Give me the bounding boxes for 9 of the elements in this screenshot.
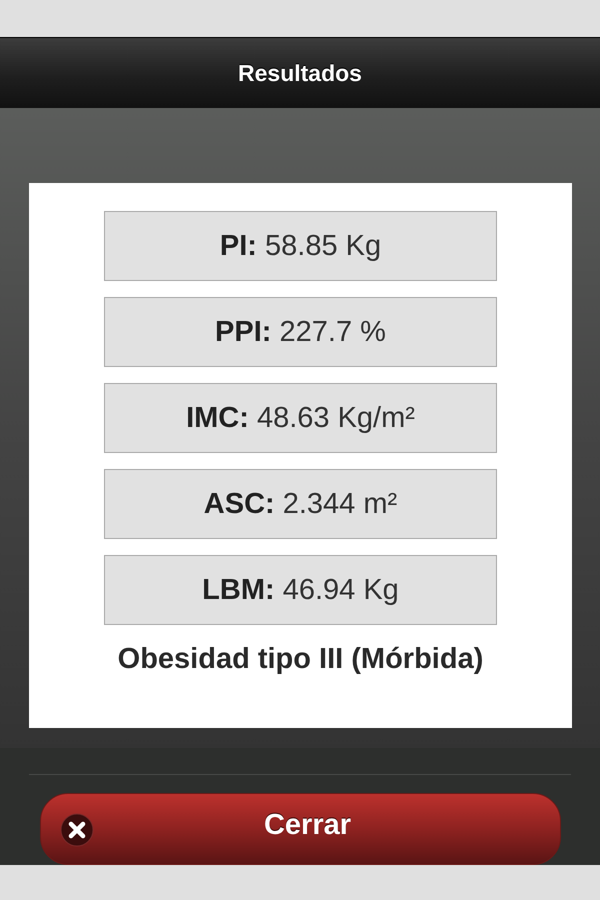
result-row: IMC: 48.63 Kg/m²: [104, 383, 497, 453]
close-button[interactable]: Cerrar: [40, 793, 561, 865]
header-title: Resultados: [238, 60, 362, 86]
result-row: LBM: 46.94 Kg: [104, 555, 497, 625]
classification-text: Obesidad tipo III (Mórbida): [118, 643, 484, 676]
result-row: ASC: 2.344 m²: [104, 469, 497, 539]
close-icon: [60, 813, 94, 847]
result-row: PI: 58.85 Kg: [104, 211, 497, 281]
result-row: PPI: 227.7 %: [104, 297, 497, 367]
